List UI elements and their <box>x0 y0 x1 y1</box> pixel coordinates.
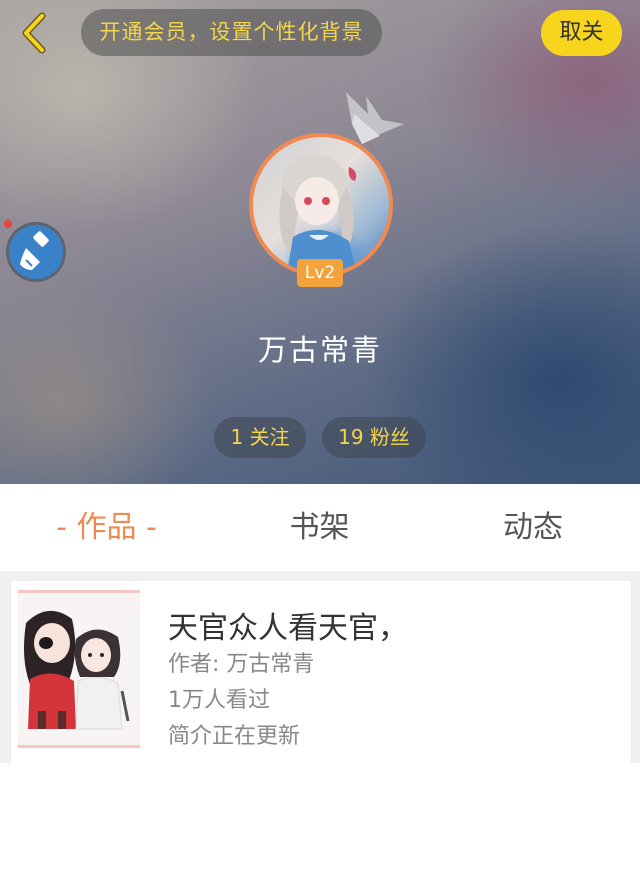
work-author: 作者: 万古常青 <box>168 652 315 677</box>
work-views: 1万人看过 <box>168 688 270 713</box>
unfollow-button[interactable]: 取关 <box>541 10 622 56</box>
paint-brush-icon <box>4 220 66 282</box>
tab-bookshelf[interactable]: 书架 <box>213 484 426 571</box>
profile-tabs: - 作品 - 书架 动态 <box>0 484 640 571</box>
back-button[interactable] <box>14 10 54 56</box>
following-count-button[interactable]: 1 关注 <box>214 417 306 458</box>
work-card[interactable]: 天官众人看天官， 作者: 万古常青 1万人看过 简介正在更新 <box>10 581 632 763</box>
open-membership-banner[interactable]: 开通会员，设置个性化背景 <box>81 9 382 56</box>
chevron-left-icon <box>22 12 46 54</box>
tab-works[interactable]: - 作品 - <box>0 484 213 571</box>
card-gutter-left <box>0 571 10 763</box>
cover-illustration <box>18 593 140 739</box>
avatar-illustration <box>279 155 357 273</box>
tab-activity[interactable]: 动态 <box>426 484 640 571</box>
profile-header: 开通会员，设置个性化背景 取关 Lv2 万古常青 1 关注 19 粉丝 <box>0 0 640 484</box>
username: 万古常青 <box>257 333 382 367</box>
work-title[interactable]: 天官众人看天官， <box>168 609 408 649</box>
work-intro: 简介正在更新 <box>168 724 301 749</box>
followers-count-button[interactable]: 19 粉丝 <box>322 417 426 458</box>
user-avatar[interactable] <box>249 133 393 277</box>
level-badge: Lv2 <box>297 259 343 287</box>
book-cover[interactable] <box>18 590 140 748</box>
theme-skin-button[interactable] <box>4 220 68 284</box>
